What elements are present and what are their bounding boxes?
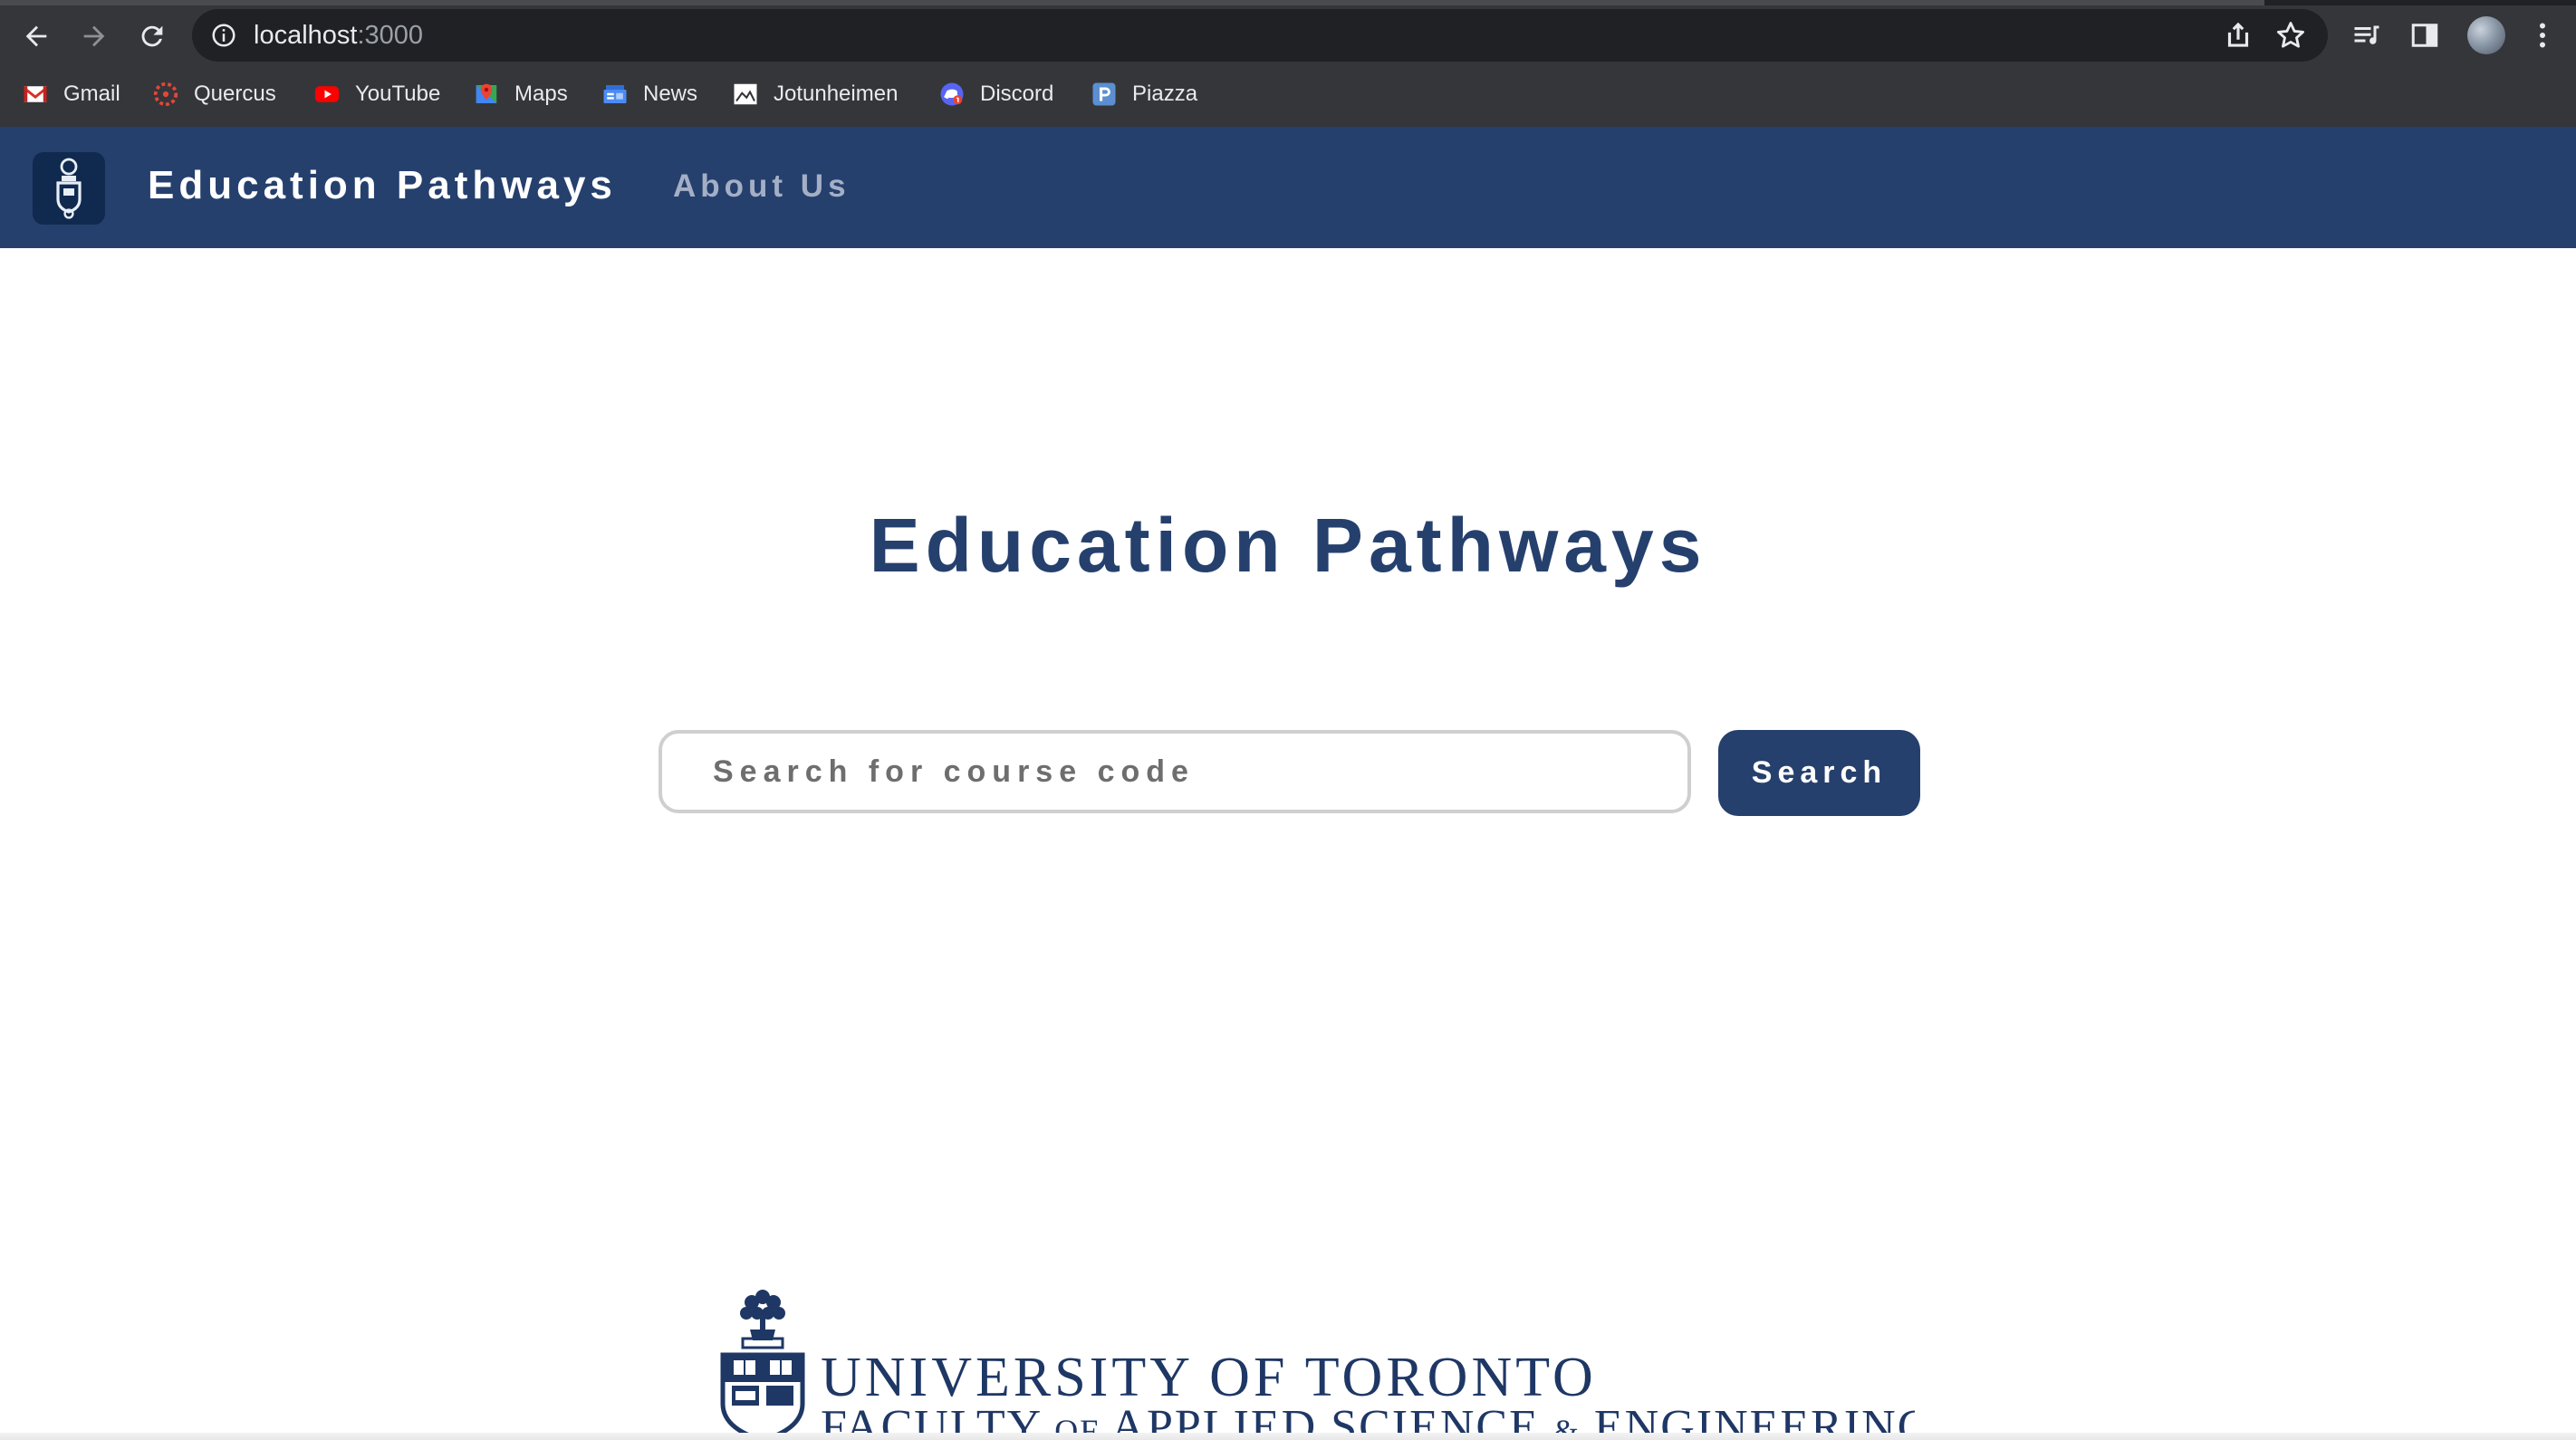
menu-button[interactable]: [2523, 16, 2562, 54]
bookmark-youtube[interactable]: YouTube: [313, 80, 440, 109]
bookmark-label: Gmail: [63, 82, 120, 106]
bookmark-discord[interactable]: Discord: [938, 80, 1053, 109]
nav-about-us[interactable]: About Us: [673, 167, 851, 206]
side-panel-icon: [2411, 24, 2438, 47]
bookmark-jotunheimen[interactable]: Jotunheimen: [732, 80, 898, 109]
reading-list-button[interactable]: [2348, 16, 2386, 54]
bookmark-piazza[interactable]: Piazza: [1091, 80, 1197, 109]
page-title: Education Pathways: [869, 503, 1707, 588]
profile-avatar[interactable]: [2467, 16, 2505, 54]
quercus-icon: [152, 81, 179, 108]
bookmark-label: Piazza: [1132, 82, 1198, 106]
bookmark-gmail[interactable]: Gmail: [22, 80, 120, 109]
bookmark-label: Discord: [980, 82, 1054, 106]
bookmark-label: Jotunheimen: [774, 82, 899, 106]
arrow-left-icon: [25, 25, 47, 47]
discord-icon: [938, 81, 966, 108]
search-input[interactable]: [658, 730, 1691, 813]
info-icon[interactable]: [210, 22, 237, 49]
bookmark-label: YouTube: [355, 82, 441, 106]
uoft-engineering-logo: UNIVERSITY OF TORONTO FACULTY OF APPLIED…: [719, 1284, 1915, 1440]
url-port: :3000: [357, 21, 424, 50]
maps-icon: [473, 81, 500, 108]
bookmarks-bar: Gmail Quercus YouTube Maps News Jotunhei: [0, 71, 2576, 118]
forward-button[interactable]: [74, 16, 114, 56]
piazza-icon: [1091, 81, 1118, 108]
bookmark-maps[interactable]: Maps: [473, 80, 568, 109]
bookmark-quercus[interactable]: Quercus: [152, 80, 276, 109]
bookmark-label: Maps: [514, 82, 568, 106]
bookmark-label: News: [643, 82, 698, 106]
footer-divider: [0, 1433, 2576, 1440]
tab-strip: [0, 0, 2576, 5]
back-button[interactable]: [16, 16, 56, 56]
bookmark-news[interactable]: News: [601, 80, 697, 109]
browser-toolbar: localhost:3000 Gmail Quercus YouTube Map…: [0, 0, 2576, 127]
site-name[interactable]: Education Pathways: [148, 161, 617, 210]
reload-button[interactable]: [132, 16, 172, 56]
media-queue-icon: [2354, 25, 2379, 44]
search-button[interactable]: Search: [1718, 730, 1920, 816]
crest-icon: [56, 158, 82, 219]
share-icon[interactable]: [2221, 18, 2255, 53]
gmail-icon: [22, 81, 49, 108]
side-panel-button[interactable]: [2406, 16, 2444, 54]
url-host: localhost: [254, 21, 358, 50]
jotunheimen-icon: [732, 81, 759, 108]
more-vertical-icon: [2540, 23, 2545, 48]
bookmark-label: Quercus: [194, 82, 276, 106]
youtube-icon: [313, 81, 341, 108]
uoft-crest-icon: [720, 1290, 805, 1440]
reload-icon: [141, 25, 163, 47]
arrow-right-icon: [83, 25, 105, 47]
site-logo[interactable]: [33, 152, 105, 225]
url-text: localhost:3000: [254, 20, 423, 51]
address-bar[interactable]: localhost:3000: [192, 9, 2328, 62]
news-icon: [601, 81, 629, 108]
site-header: Education Pathways About Us: [0, 127, 2576, 248]
star-icon[interactable]: [2273, 18, 2308, 53]
